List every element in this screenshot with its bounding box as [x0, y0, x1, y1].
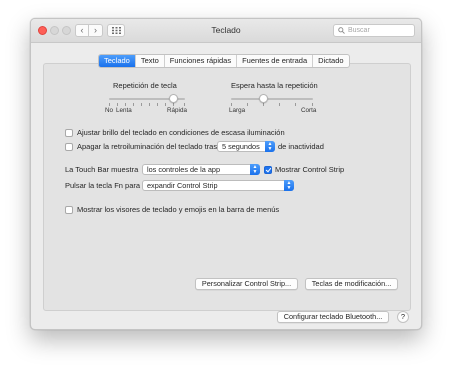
tick: [165, 103, 166, 106]
tick: [141, 103, 142, 106]
touchbar-shows-value: los controles de la app: [147, 165, 221, 174]
show-viewers-label: Mostrar los visores de teclado y emojis …: [77, 205, 280, 214]
key-repeat-low-label: Lenta: [116, 107, 132, 114]
tick: [263, 103, 264, 106]
up-down-arrows-icon: ▲ ▼: [265, 141, 275, 152]
repeat-delay-max-label: Corta: [301, 107, 317, 114]
backlight-off-label: Apagar la retroiluminación del teclado t…: [77, 142, 218, 151]
search-placeholder: Buscar: [348, 27, 370, 34]
tab-teclado[interactable]: Teclado: [99, 55, 136, 67]
show-viewers-checkbox[interactable]: [65, 206, 73, 214]
tick: [125, 103, 126, 106]
control-strip-label: Mostrar Control Strip: [275, 165, 345, 174]
key-repeat-title: Repetición de tecla: [113, 81, 177, 90]
tick: [149, 103, 150, 106]
tick: [117, 103, 118, 106]
tick: [173, 103, 174, 106]
tab-dictado[interactable]: Dictado: [313, 55, 348, 67]
help-button[interactable]: ?: [397, 311, 409, 323]
inactivity-label: de inactividad: [278, 142, 324, 151]
repeat-delay-title: Espera hasta la repetición: [231, 81, 318, 90]
fn-key-popup[interactable]: expandir Control Strip ▲ ▼: [142, 180, 294, 191]
repeat-delay-min-label: Larga: [229, 107, 246, 114]
tick: [295, 103, 296, 106]
backlight-timeout-value: 5 segundos: [222, 142, 260, 151]
tab-funciones-rapidas[interactable]: Funciones rápidas: [165, 55, 238, 67]
tick: [231, 103, 232, 106]
search-field[interactable]: Buscar: [333, 24, 415, 37]
tick: [133, 103, 134, 106]
tick: [279, 103, 280, 106]
fn-key-value: expandir Control Strip: [147, 181, 218, 190]
modifier-keys-button[interactable]: Teclas de modificación...: [305, 278, 398, 290]
tick: [109, 103, 110, 106]
tab-fuentes-de-entrada[interactable]: Fuentes de entrada: [237, 55, 314, 67]
control-strip-checkbox[interactable]: [264, 166, 272, 174]
setup-bluetooth-keyboard-button[interactable]: Configurar teclado Bluetooth...: [277, 311, 389, 323]
tick: [157, 103, 158, 106]
key-repeat-min-label: No: [105, 107, 114, 114]
up-down-arrows-icon: ▲ ▼: [284, 180, 294, 191]
adjust-brightness-checkbox[interactable]: [65, 129, 73, 137]
tick: [184, 103, 185, 106]
up-down-arrows-icon: ▲ ▼: [250, 164, 260, 175]
touchbar-shows-popup[interactable]: los controles de la app ▲ ▼: [142, 164, 260, 175]
fn-key-label: Pulsar la tecla Fn para: [65, 181, 141, 190]
customize-control-strip-button[interactable]: Personalizar Control Strip...: [195, 278, 298, 290]
search-icon: [338, 27, 345, 34]
title-bar: ‹ › Teclado Buscar: [31, 19, 421, 43]
tick: [247, 103, 248, 106]
touchbar-shows-label: La Touch Bar muestra: [65, 165, 139, 174]
keyboard-preferences-window: ‹ › Teclado Buscar Teclado Texto Funcion…: [30, 18, 422, 330]
backlight-off-checkbox[interactable]: [65, 143, 73, 151]
tab-texto[interactable]: Texto: [136, 55, 165, 67]
repeat-delay-track: [231, 98, 313, 100]
adjust-brightness-label: Ajustar brillo del teclado en condicione…: [77, 128, 285, 137]
tab-bar: Teclado Texto Funciones rápidas Fuentes …: [98, 54, 350, 68]
key-repeat-max-label: Rápida: [167, 107, 187, 114]
tick: [312, 103, 313, 106]
backlight-timeout-popup[interactable]: 5 segundos ▲ ▼: [217, 141, 275, 152]
